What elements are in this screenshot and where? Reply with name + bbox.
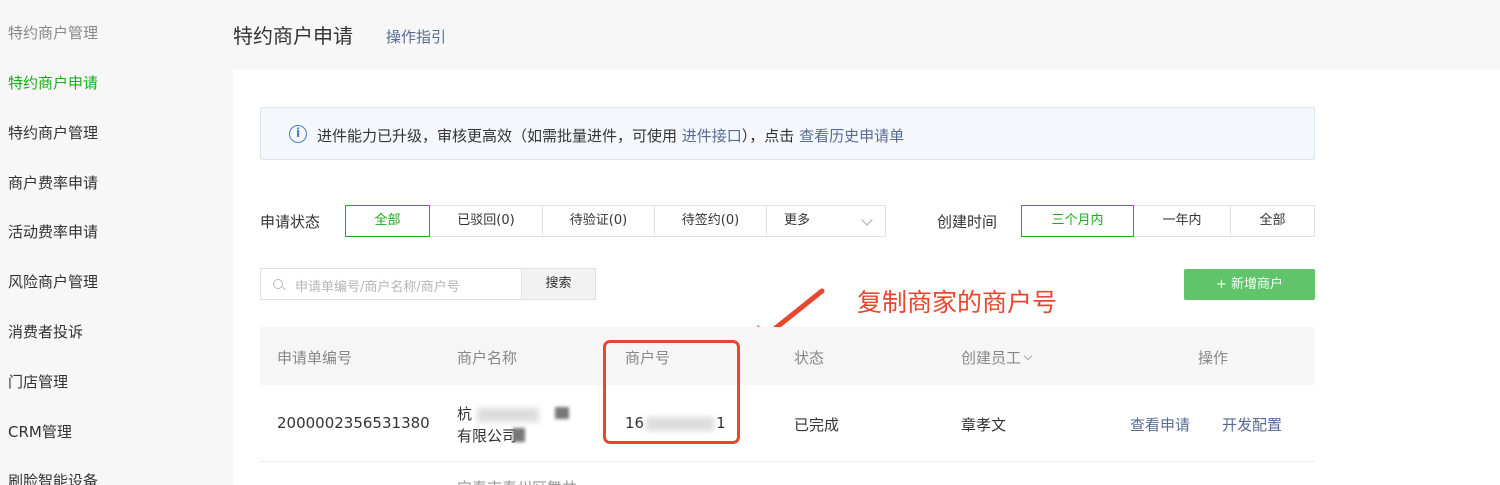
- col-creator[interactable]: 创建员工: [961, 347, 1033, 368]
- time-filter-label: 创建时间: [937, 213, 998, 231]
- status-option-pending-verify[interactable]: 待验证(0): [542, 205, 655, 237]
- col-actions: 操作: [1198, 349, 1229, 367]
- sidebar: 特约商户管理 特约商户申请 特约商户管理 商户费率申请 活动费率申请 风险商户管…: [0, 0, 200, 485]
- sidebar-item-face-device[interactable]: 刷脸智能设备: [8, 470, 98, 485]
- row-creator: 章孝文: [961, 416, 1007, 434]
- search-icon: [273, 279, 283, 289]
- status-option-pending-sign[interactable]: 待签约(0): [654, 205, 767, 237]
- status-option-more[interactable]: 更多: [766, 205, 886, 237]
- row-apply-id: 2000002356531380: [277, 414, 430, 432]
- next-row-merchant-name: 宁春市春州区舞井: [457, 477, 577, 485]
- annotation-highlight-box: [603, 340, 740, 444]
- col-status: 状态: [794, 349, 825, 367]
- redaction-mark: [513, 428, 525, 442]
- info-icon: i: [289, 125, 307, 143]
- table-header: [260, 327, 1315, 385]
- sidebar-item-stores[interactable]: 门店管理: [8, 371, 68, 392]
- chevron-down-icon: [861, 214, 873, 226]
- dev-config-link[interactable]: 开发配置: [1222, 414, 1282, 435]
- guide-link[interactable]: 操作指引: [386, 26, 446, 47]
- sidebar-group-merchant: 特约商户管理: [8, 24, 99, 42]
- sidebar-item-complaints[interactable]: 消费者投诉: [8, 321, 83, 342]
- search-button[interactable]: 搜索: [521, 268, 596, 300]
- chevron-down-icon: [1023, 351, 1033, 361]
- sidebar-item-crm[interactable]: CRM管理: [8, 421, 72, 442]
- col-merchant-name: 商户名称: [457, 349, 518, 367]
- sidebar-item-merchant-manage[interactable]: 特约商户管理: [8, 122, 98, 143]
- sidebar-item-merchant-apply[interactable]: 特约商户申请: [8, 72, 98, 93]
- time-option-year[interactable]: 一年内: [1133, 205, 1231, 237]
- view-application-link[interactable]: 查看申请: [1130, 414, 1190, 435]
- status-filter-label: 申请状态: [260, 213, 321, 231]
- row-divider: [260, 461, 1315, 462]
- notice-text: 进件能力已升级，审核更高效（如需批量进件，可使用 进件接口），点击 查看历史申请…: [317, 127, 905, 145]
- row-status: 已完成: [794, 416, 840, 434]
- page-title: 特约商户申请: [233, 24, 353, 48]
- sidebar-item-activity-rate[interactable]: 活动费率申请: [8, 221, 98, 242]
- add-merchant-button[interactable]: + 新增商户: [1184, 269, 1315, 300]
- col-apply-id: 申请单编号: [277, 349, 353, 367]
- search-placeholder: 申请单编号/商户名称/商户号: [295, 280, 460, 295]
- row-merchant-name-line1: 杭: [457, 403, 539, 424]
- time-option-all[interactable]: 全部: [1230, 205, 1315, 237]
- api-link[interactable]: 进件接口: [682, 127, 742, 145]
- notice-banner: i 进件能力已升级，审核更高效（如需批量进件，可使用 进件接口），点击 查看历史…: [260, 107, 1315, 160]
- redaction-mark: [555, 407, 569, 419]
- status-option-rejected[interactable]: 已驳回(0): [429, 205, 543, 237]
- history-link[interactable]: 查看历史申请单: [799, 127, 904, 145]
- search-input[interactable]: 申请单编号/商户名称/商户号: [260, 268, 522, 300]
- sidebar-item-risk[interactable]: 风险商户管理: [8, 271, 98, 292]
- annotation-text: 复制商家的商户号: [857, 288, 1058, 317]
- time-option-3months[interactable]: 三个月内: [1021, 205, 1134, 237]
- status-option-all[interactable]: 全部: [345, 205, 430, 237]
- row-merchant-name-line2: 有限公司: [457, 427, 518, 445]
- sidebar-item-rate-apply[interactable]: 商户费率申请: [8, 172, 98, 193]
